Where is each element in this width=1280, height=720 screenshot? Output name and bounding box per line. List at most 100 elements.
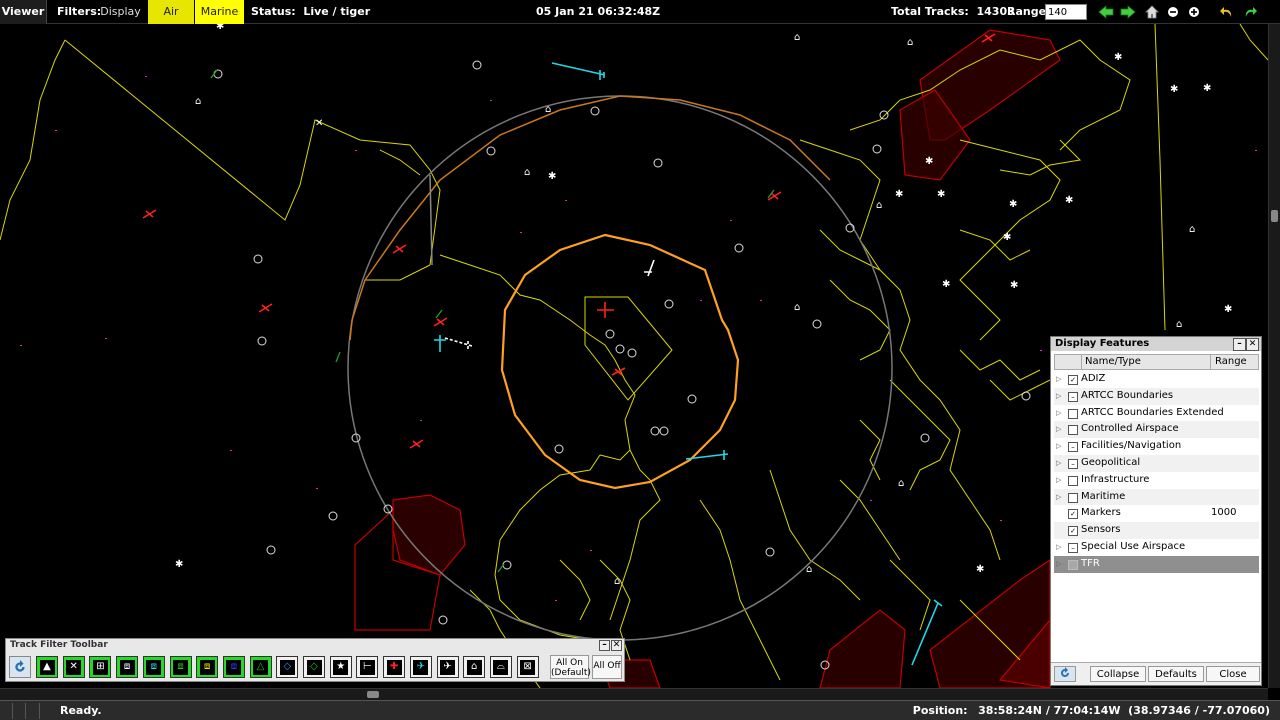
filter-air-button[interactable]: Air: [148, 0, 194, 24]
tft-minimize-icon[interactable]: –: [599, 640, 610, 651]
svg-text:⌂: ⌂: [524, 167, 530, 178]
vertical-scroll-thumb[interactable]: [1271, 210, 1278, 222]
feature-checkbox[interactable]: –: [1068, 442, 1078, 453]
viewer-menu[interactable]: Viewer: [0, 0, 47, 24]
status-label: Status: Live / tiger: [251, 0, 370, 24]
feature-row[interactable]: ✓ Sensors: [1054, 522, 1259, 539]
horizontal-scrollbar[interactable]: [0, 688, 1268, 700]
display-features-panel: Display Features – ✕ Name/Type Range ▷ ✓ A…: [1050, 336, 1262, 686]
track-filter-box-e-button[interactable]: ⧈: [222, 656, 245, 678]
svg-text:✱: ✱: [1065, 195, 1073, 206]
track-filter-box-a-button[interactable]: ⧈: [116, 656, 139, 678]
all-off-button[interactable]: All Off: [592, 655, 622, 679]
collapse-button[interactable]: Collapse: [1090, 666, 1146, 682]
expand-arrow-icon[interactable]: ▷: [1056, 388, 1064, 405]
svg-text:✱: ✱: [1170, 84, 1178, 95]
box-d-icon: ⧈: [199, 659, 215, 675]
feature-checkbox[interactable]: [1068, 559, 1078, 570]
feature-checkbox[interactable]: –: [1068, 391, 1078, 402]
expand-arrow-icon[interactable]: ▷: [1056, 472, 1064, 489]
expand-arrow-icon[interactable]: ▷: [1056, 405, 1064, 422]
feature-checkbox[interactable]: [1068, 425, 1078, 436]
tft-close-icon[interactable]: ✕: [611, 640, 622, 651]
filter-marine-button[interactable]: Marine: [195, 0, 244, 24]
feature-checkbox[interactable]: [1068, 475, 1078, 486]
refresh-button[interactable]: [1054, 666, 1076, 682]
track-filter-diamond-blue-button[interactable]: ◇: [276, 656, 299, 678]
minimize-icon[interactable]: –: [1233, 338, 1246, 351]
home-icon[interactable]: [1143, 3, 1161, 21]
track-filter-cross-button[interactable]: ✕: [62, 656, 85, 678]
feature-row[interactable]: ▷ TFR: [1054, 555, 1259, 573]
track-filter-radar-button[interactable]: ⌓: [489, 656, 512, 678]
expand-arrow-icon[interactable]: ▷: [1056, 489, 1064, 506]
grid-icon: ⊞: [92, 659, 108, 675]
feature-checkbox[interactable]: –: [1068, 542, 1078, 553]
feature-row[interactable]: ▷ Infrastructure: [1054, 472, 1259, 489]
back-arrow-icon[interactable]: [1097, 3, 1115, 21]
feature-row[interactable]: ▷ ✓ ADIZ: [1054, 371, 1259, 388]
feature-row[interactable]: ▷ – Facilities/Navigation: [1054, 438, 1259, 455]
expand-arrow-icon[interactable]: ▷: [1056, 556, 1064, 573]
redo-icon[interactable]: [1241, 3, 1259, 21]
expand-arrow-icon[interactable]: ▷: [1056, 539, 1064, 556]
track-filter-box-b-button[interactable]: ⧈: [142, 656, 165, 678]
feature-row[interactable]: ▷ – Special Use Airspace: [1054, 539, 1259, 556]
feature-checkbox[interactable]: ✓: [1068, 526, 1078, 537]
track-filter-star-button[interactable]: ★: [329, 656, 352, 678]
track-filter-box-c-button[interactable]: ⧈: [169, 656, 192, 678]
filter-display-button[interactable]: Display: [96, 0, 145, 24]
track-filter-grid-button[interactable]: ⊞: [89, 656, 112, 678]
display-features-title: Display Features – ✕: [1051, 337, 1261, 351]
zoom-out-icon[interactable]: [1164, 3, 1182, 21]
feature-name: Infrastructure: [1081, 473, 1150, 485]
feature-row[interactable]: ▷ – ARTCC Boundaries: [1054, 387, 1259, 405]
svg-text:✱: ✱: [925, 156, 933, 167]
horizontal-scroll-thumb[interactable]: [367, 691, 379, 698]
track-filter-aircraft-up-button[interactable]: ▲: [36, 656, 58, 678]
feature-list: ▷ ✓ ADIZ ▷ – ARTCC Boundaries ▷ ARTCC Boundarie…: [1054, 371, 1259, 573]
vertical-scrollbar[interactable]: [1268, 24, 1280, 688]
track-filter-boxed-x-button[interactable]: ⊠: [516, 656, 539, 678]
close-icon[interactable]: ✕: [1246, 338, 1259, 351]
defaults-button[interactable]: Defaults: [1148, 666, 1204, 682]
expand-arrow-icon[interactable]: ▷: [1056, 421, 1064, 438]
close-button[interactable]: Close: [1206, 666, 1260, 682]
feature-name: Markers: [1081, 507, 1121, 519]
track-filter-title-text: Track Filter Toolbar: [10, 640, 108, 650]
col-range[interactable]: Range: [1210, 355, 1260, 369]
track-filter-bracket-button[interactable]: ⊢: [356, 656, 379, 678]
feature-checkbox[interactable]: [1068, 492, 1078, 503]
display-features-footer: Collapse Defaults Close: [1051, 662, 1261, 685]
svg-text:⌂: ⌂: [876, 200, 882, 211]
expand-arrow-icon[interactable]: ▷: [1056, 438, 1064, 455]
feature-row[interactable]: ▷ Maritime: [1054, 488, 1259, 506]
feature-row[interactable]: ▷ Controlled Airspace: [1054, 421, 1259, 439]
cursor-position: Position: 38:58:24N / 77:04:14W (38.9734…: [913, 701, 1270, 720]
svg-text:✱: ✱: [175, 559, 183, 570]
track-filter-cyan-jet-button[interactable]: ✈: [409, 656, 432, 678]
feature-name: ADIZ: [1081, 373, 1106, 384]
track-filter-red-plus-button[interactable]: ✚: [383, 656, 406, 678]
expand-arrow-icon[interactable]: ▷: [1056, 455, 1064, 472]
undo-icon[interactable]: [1218, 3, 1236, 21]
col-name-type[interactable]: Name/Type: [1081, 355, 1211, 369]
feature-row[interactable]: ▷ – Geopolitical: [1054, 454, 1259, 472]
track-filter-dome-button[interactable]: ⌂: [463, 656, 486, 678]
feature-checkbox[interactable]: [1068, 408, 1078, 419]
feature-row[interactable]: ▷ ARTCC Boundaries Extended: [1054, 405, 1259, 422]
feature-row[interactable]: ✓ Markers 1000: [1054, 505, 1259, 522]
all-on-button[interactable]: All On (Default): [550, 655, 591, 679]
track-filter-triangle-button[interactable]: △: [249, 656, 272, 678]
forward-arrow-icon[interactable]: [1119, 3, 1137, 21]
tft-refresh-button[interactable]: [9, 656, 31, 678]
feature-checkbox[interactable]: ✓: [1068, 375, 1078, 385]
track-filter-diamond-green-button[interactable]: ◇: [303, 656, 325, 678]
feature-checkbox[interactable]: –: [1068, 458, 1078, 469]
track-filter-white-jet-button[interactable]: ✈: [436, 656, 459, 678]
zoom-in-icon[interactable]: [1185, 3, 1203, 21]
track-filter-box-d-button[interactable]: ⧈: [196, 656, 219, 678]
feature-checkbox[interactable]: ✓: [1068, 509, 1078, 520]
range-input[interactable]: [1045, 4, 1087, 20]
expand-arrow-icon[interactable]: ▷: [1056, 371, 1064, 388]
